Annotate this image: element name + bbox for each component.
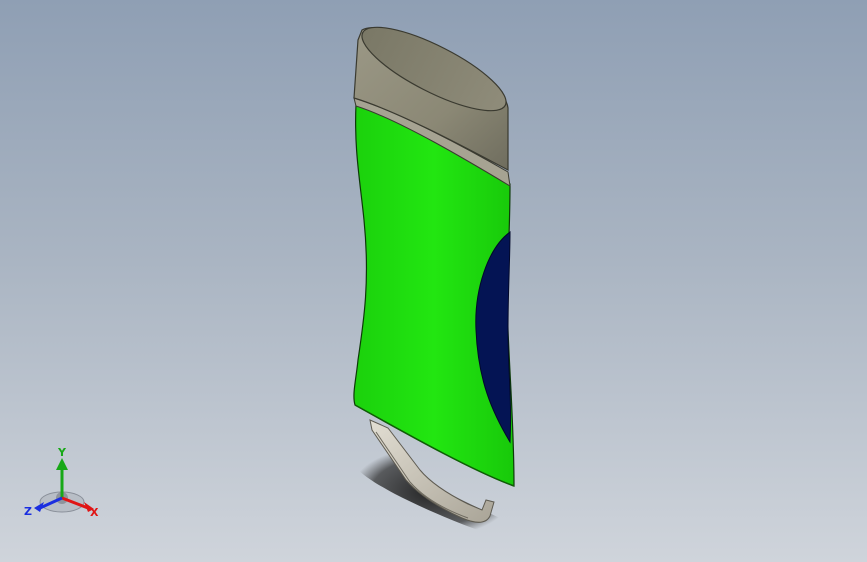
y-axis-label: Y bbox=[57, 446, 67, 459]
model-view[interactable] bbox=[0, 0, 867, 562]
y-axis-arrow bbox=[56, 458, 68, 470]
coordinate-triad: Y X Z bbox=[24, 446, 99, 519]
graphics-viewport[interactable]: Y X Z bbox=[0, 0, 867, 562]
z-axis-label: Z bbox=[24, 505, 32, 518]
x-axis-label: X bbox=[90, 506, 99, 519]
